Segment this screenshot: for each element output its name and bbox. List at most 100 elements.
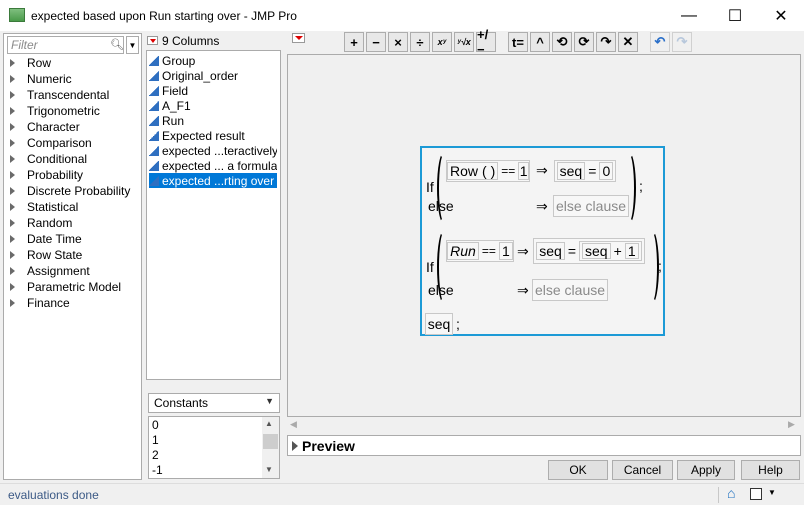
if2-assignment[interactable]: seq = seq + 1 <box>533 238 645 264</box>
minimize-button[interactable]: — <box>666 0 712 31</box>
scroll-left-icon[interactable]: ◀ <box>290 419 297 430</box>
scroll-thumb[interactable] <box>263 434 278 449</box>
function-category[interactable]: Discrete Probability <box>10 183 130 199</box>
expand-triangle-icon[interactable] <box>10 75 15 83</box>
scroll-down-icon[interactable]: ▼ <box>265 465 273 474</box>
increment-value[interactable]: 1 <box>624 243 639 259</box>
function-category[interactable]: Row <box>10 55 51 71</box>
close-window-button[interactable]: ✕ <box>758 0 804 31</box>
add-button[interactable]: + <box>344 32 364 52</box>
redo-button[interactable]: ↷ <box>672 32 692 52</box>
column-item[interactable]: Original_order <box>149 68 277 83</box>
function-category[interactable]: Numeric <box>10 71 72 87</box>
run-column[interactable]: Run <box>447 242 479 260</box>
function-category[interactable]: Conditional <box>10 151 87 167</box>
cancel-button[interactable]: Cancel <box>612 460 673 480</box>
function-category[interactable]: Row State <box>10 247 82 263</box>
expand-triangle-icon[interactable] <box>10 251 15 259</box>
constant-item[interactable]: 2 <box>152 448 159 463</box>
if1-cond-value[interactable]: 1 <box>518 162 529 180</box>
seq-variable[interactable]: seq <box>582 243 611 259</box>
divide-button[interactable]: ÷ <box>410 32 430 52</box>
if2-condition[interactable]: Run == 1 <box>446 240 514 262</box>
expand-triangle-icon[interactable] <box>10 267 15 275</box>
function-category[interactable]: Date Time <box>10 231 82 247</box>
preview-section[interactable]: Preview <box>287 435 801 456</box>
constants-select[interactable]: Constants ▼ <box>148 393 280 413</box>
raise-button[interactable]: ^ <box>530 32 550 52</box>
delete-button[interactable]: ✕ <box>618 32 638 52</box>
home-icon[interactable]: ⌂ <box>727 485 735 501</box>
peel-button[interactable]: ⟲ <box>552 32 572 52</box>
expand-triangle-icon[interactable] <box>10 235 15 243</box>
function-category[interactable]: Parametric Model <box>10 279 121 295</box>
apply-button[interactable]: Apply <box>677 460 735 480</box>
formula-menu-icon[interactable] <box>292 33 305 43</box>
function-category[interactable]: Trigonometric <box>10 103 100 119</box>
scroll-right-icon[interactable]: ▶ <box>788 419 795 430</box>
expand-triangle-icon[interactable] <box>10 91 15 99</box>
scroll-up-icon[interactable]: ▲ <box>265 419 273 428</box>
if1-else-clause[interactable]: else clause <box>553 195 629 217</box>
column-item[interactable]: expected ...rting over <box>149 173 277 188</box>
function-category[interactable]: Probability <box>10 167 83 183</box>
if1-assignment[interactable]: seq = 0 <box>554 160 616 182</box>
column-item[interactable]: Group <box>149 53 277 68</box>
function-category[interactable]: Finance <box>10 295 70 311</box>
expand-triangle-icon[interactable] <box>10 107 15 115</box>
expand-triangle-icon[interactable] <box>10 155 15 163</box>
constants-scrollbar[interactable]: ▲ ▼ <box>262 417 279 478</box>
if1-assign-value[interactable]: 0 <box>599 162 614 180</box>
if2-else-clause[interactable]: else clause <box>532 279 608 301</box>
chevron-down-icon[interactable]: ▼ <box>768 488 776 497</box>
subtract-button[interactable]: − <box>366 32 386 52</box>
root-button[interactable]: ʸ√x <box>454 32 474 52</box>
search-icon[interactable]: 🔍︎ <box>110 38 124 51</box>
column-item[interactable]: Expected result <box>149 128 277 143</box>
undo-button[interactable]: ↶ <box>650 32 670 52</box>
column-item[interactable]: Field <box>149 83 277 98</box>
expand-triangle-icon[interactable] <box>10 219 15 227</box>
row-function[interactable]: Row( ) <box>447 162 499 180</box>
column-item[interactable]: Run <box>149 113 277 128</box>
formula-expression-box[interactable]: If Row( ) == 1 ⇒ seq = 0 else ⇒ else cla… <box>420 146 665 336</box>
multiply-button[interactable]: × <box>388 32 408 52</box>
expand-triangle-icon[interactable] <box>10 283 15 291</box>
expand-triangle-icon[interactable] <box>10 171 15 179</box>
swap-button[interactable]: ⟳ <box>574 32 594 52</box>
if1-condition[interactable]: Row( ) == 1 <box>446 160 530 182</box>
function-category[interactable]: Comparison <box>10 135 92 151</box>
expand-triangle-icon[interactable] <box>10 123 15 131</box>
disclosure-triangle-icon[interactable] <box>292 441 298 451</box>
expand-triangle-icon[interactable] <box>10 139 15 147</box>
maximize-button[interactable]: ☐ <box>712 0 758 31</box>
constant-item[interactable]: 0 <box>152 418 159 433</box>
help-button[interactable]: Help <box>741 460 800 480</box>
seq-result-variable[interactable]: seq <box>425 313 453 335</box>
expand-triangle-icon[interactable] <box>10 187 15 195</box>
assign-button[interactable]: t= <box>508 32 528 52</box>
seq-plus-one[interactable]: seq + 1 <box>579 241 642 261</box>
function-category[interactable]: Character <box>10 119 80 135</box>
expand-triangle-icon[interactable] <box>10 299 15 307</box>
function-category[interactable]: Transcendental <box>10 87 109 103</box>
ok-button[interactable]: OK <box>548 460 608 480</box>
expand-triangle-icon[interactable] <box>10 203 15 211</box>
seq-variable[interactable]: seq <box>556 162 586 180</box>
filter-input[interactable]: Filter 🔍︎ <box>7 36 124 54</box>
function-category[interactable]: Assignment <box>10 263 90 279</box>
function-category[interactable]: Random <box>10 215 72 231</box>
column-item[interactable]: expected ... a formula <box>149 158 277 173</box>
power-button[interactable]: xʸ <box>432 32 452 52</box>
constant-item[interactable]: -1 <box>152 463 163 478</box>
seq-variable[interactable]: seq <box>536 242 565 260</box>
if2-cond-value[interactable]: 1 <box>498 242 513 260</box>
unary-button[interactable]: ↷ <box>596 32 616 52</box>
column-item[interactable]: A_F1 <box>149 98 277 113</box>
window-list-icon[interactable] <box>750 488 762 500</box>
expand-triangle-icon[interactable] <box>10 59 15 67</box>
filter-dropdown-button[interactable]: ▼ <box>126 36 139 54</box>
constant-item[interactable]: 1 <box>152 433 159 448</box>
negate-button[interactable]: +/− <box>476 27 496 57</box>
canvas-horizontal-scrollbar[interactable]: ◀ ▶ <box>288 418 801 433</box>
